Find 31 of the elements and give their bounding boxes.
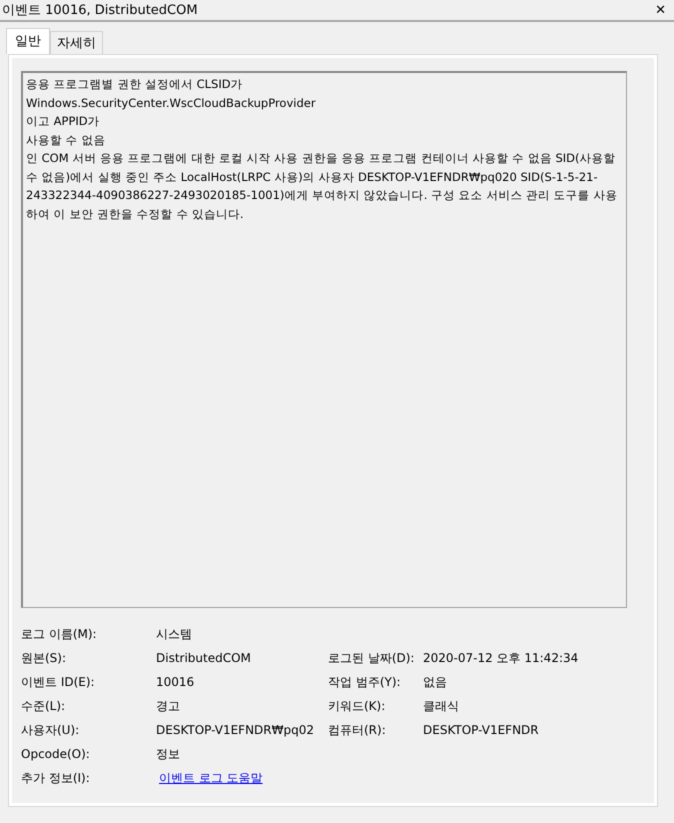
field-value: 경고 bbox=[156, 698, 180, 712]
field-label: 사용자(U): bbox=[21, 722, 80, 738]
message-text: 응용 프로그램별 권한 설정에서 CLSID가 bbox=[26, 76, 244, 93]
field-value: 클래식 bbox=[423, 698, 459, 712]
message-text: 인 COM 서버 응용 프로그램에 대한 로컬 시작 사용 권한을 응용 프로그램 컨테이너 사용할 수 없음 SID(사용할 수 없음)에서 실행 중인 주소 LocalHost(LRPC 사용)의 사용자 DESKTOP-V1EFNDR₩pq020 SID(S-1-5-21-243322344-4090386227-2493020185-1001)에게 부여하지 않았습니다. 구성 요소 서비스 관리 도구를 사용하여 이 보안 권한을 수정할 수 있습니다. bbox=[26, 150, 618, 222]
field-label: 추가 정보(I): bbox=[21, 770, 91, 786]
tab[interactable]: 일반 bbox=[6, 28, 50, 54]
field-value: DESKTOP-V1EFNDR bbox=[423, 723, 539, 737]
close-button[interactable]: ✕ bbox=[655, 2, 666, 18]
field-value: 정보 bbox=[156, 746, 180, 760]
field-label: 원본(S): bbox=[21, 650, 68, 666]
field-value: DESKTOP-V1EFNDR₩pq02 bbox=[156, 723, 314, 737]
field-label: 로그된 날짜(D): bbox=[328, 650, 414, 664]
help-link[interactable]: 이벤트 로그 도움말 bbox=[159, 770, 263, 784]
tab[interactable]: 자세히 bbox=[50, 31, 103, 54]
field-label: 수준(L): bbox=[21, 698, 66, 714]
window-title: 이벤트 10016, DistributedCOM bbox=[2, 2, 198, 19]
field-value: 10016 bbox=[156, 675, 194, 689]
field-label: 로그 이름(M): bbox=[21, 626, 98, 642]
field-value: 시스템 bbox=[156, 626, 192, 640]
field-label: 이벤트 ID(E): bbox=[21, 674, 96, 690]
field-value: DistributedCOM bbox=[156, 651, 251, 665]
field-value: 2020-07-12 오후 11:42:34 bbox=[423, 650, 578, 664]
field-label: 컴퓨터(R): bbox=[328, 722, 386, 736]
field-label: 키워드(K): bbox=[328, 698, 386, 712]
field-value: 없음 bbox=[423, 674, 447, 688]
field-label: Opcode(O): bbox=[21, 747, 91, 761]
field-label: 작업 범주(Y): bbox=[328, 674, 401, 688]
message-text: 사용할 수 없음 bbox=[26, 132, 106, 148]
message-text: 이고 APPID가 bbox=[26, 113, 101, 130]
message-text: Windows.SecurityCenter.WscCloudBackupProvider bbox=[26, 94, 317, 112]
